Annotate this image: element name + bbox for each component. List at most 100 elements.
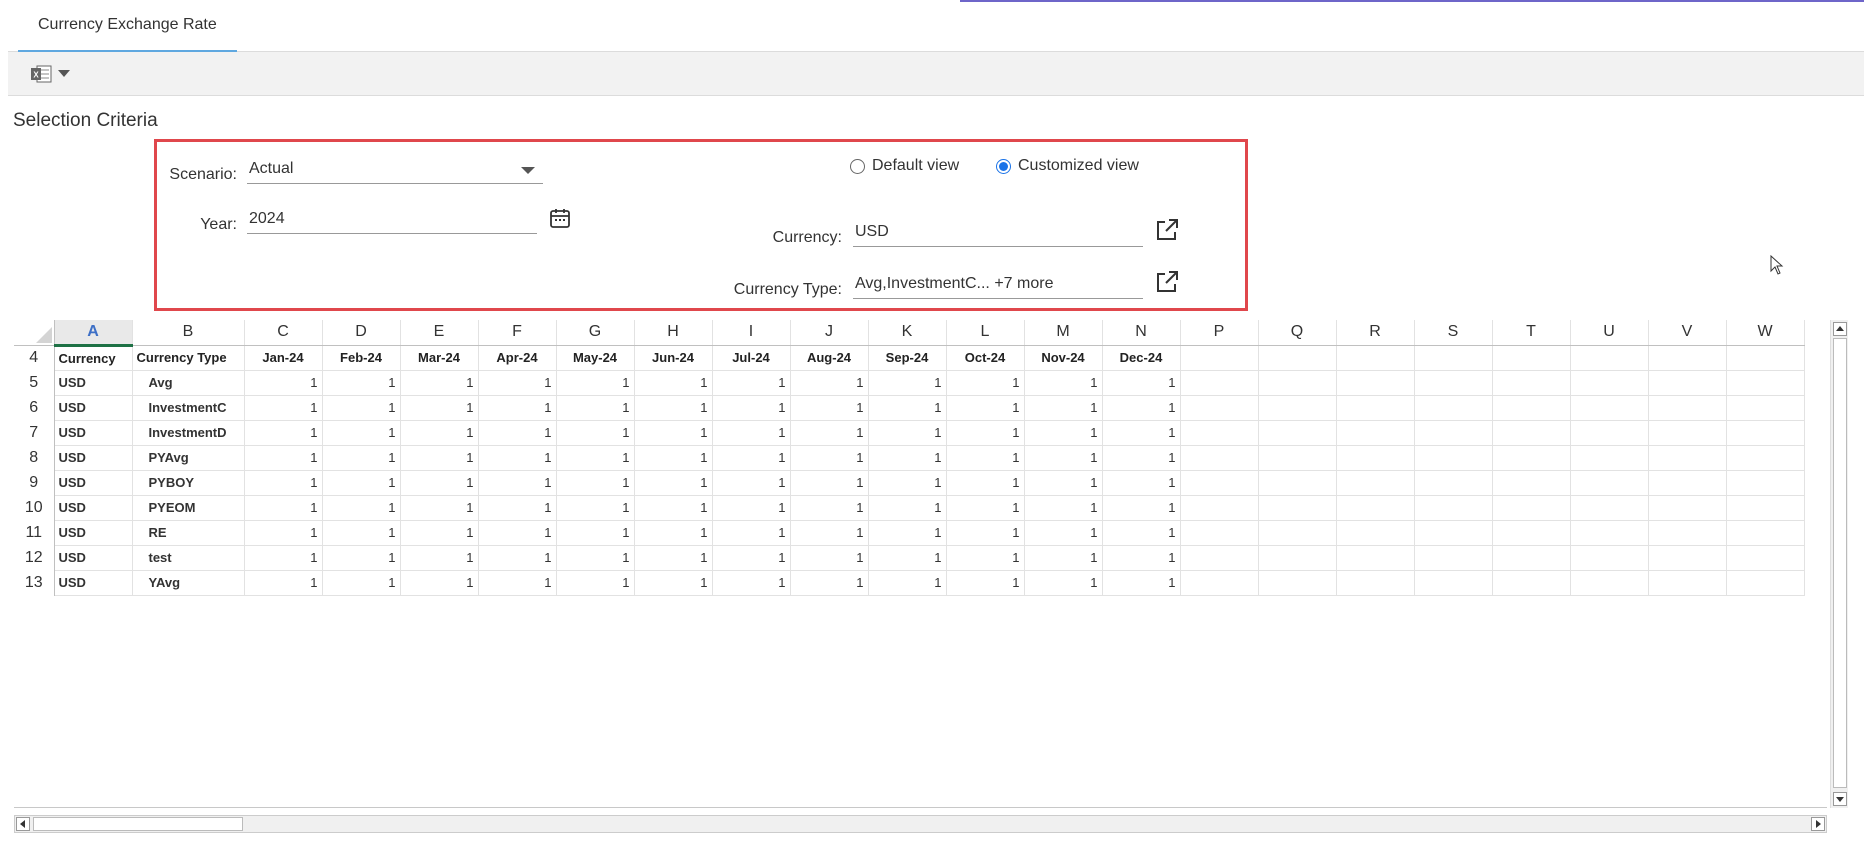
rate-cell[interactable]: 1 (399, 569, 479, 596)
empty-cell[interactable] (1491, 444, 1571, 471)
rate-cell[interactable]: 1 (945, 394, 1025, 421)
rate-cell[interactable]: 1 (243, 444, 323, 471)
rate-cell[interactable]: 1 (399, 494, 479, 521)
empty-cell[interactable] (1257, 519, 1337, 546)
rate-cell[interactable]: 1 (555, 369, 635, 396)
empty-cell[interactable] (1413, 344, 1493, 371)
rate-cell[interactable]: 1 (321, 369, 401, 396)
row-header[interactable]: 10 (14, 495, 55, 520)
empty-cell[interactable] (1413, 419, 1493, 446)
empty-cell[interactable] (1569, 519, 1649, 546)
empty-cell[interactable] (1335, 344, 1415, 371)
column-header[interactable]: C (244, 320, 323, 346)
rate-cell[interactable]: 1 (399, 544, 479, 571)
rate-cell[interactable]: 1 (555, 494, 635, 521)
rate-cell[interactable]: 1 (1023, 419, 1103, 446)
empty-cell[interactable] (1257, 344, 1337, 371)
rate-cell[interactable]: 1 (945, 469, 1025, 496)
currency-type-cell[interactable]: InvestmentD (131, 419, 245, 446)
empty-cell[interactable] (1647, 419, 1727, 446)
row-header[interactable]: 5 (14, 370, 55, 395)
header-cell[interactable]: Jul-24 (711, 344, 791, 371)
empty-cell[interactable] (1647, 369, 1727, 396)
rate-cell[interactable]: 1 (1023, 569, 1103, 596)
empty-cell[interactable] (1491, 369, 1571, 396)
header-cell[interactable]: Dec-24 (1101, 344, 1181, 371)
header-cell[interactable]: Nov-24 (1023, 344, 1103, 371)
column-header[interactable]: A (54, 320, 133, 347)
currency-cell[interactable]: USD (53, 569, 133, 596)
rate-cell[interactable]: 1 (867, 444, 947, 471)
rate-cell[interactable]: 1 (633, 494, 713, 521)
currency-type-field[interactable]: Avg,InvestmentC... +7 more (853, 269, 1143, 299)
empty-cell[interactable] (1569, 369, 1649, 396)
rate-cell[interactable]: 1 (789, 369, 869, 396)
rate-cell[interactable]: 1 (555, 419, 635, 446)
rate-cell[interactable]: 1 (477, 519, 557, 546)
rate-cell[interactable]: 1 (633, 519, 713, 546)
rate-cell[interactable]: 1 (1101, 519, 1181, 546)
header-cell[interactable]: Currency (53, 344, 133, 371)
column-header[interactable]: N (1102, 320, 1181, 346)
column-header[interactable]: L (946, 320, 1025, 346)
rate-cell[interactable]: 1 (945, 569, 1025, 596)
rate-cell[interactable]: 1 (633, 569, 713, 596)
currency-type-cell[interactable]: RE (131, 519, 245, 546)
empty-cell[interactable] (1569, 569, 1649, 596)
empty-cell[interactable] (1569, 544, 1649, 571)
empty-cell[interactable] (1569, 444, 1649, 471)
rate-cell[interactable]: 1 (711, 419, 791, 446)
rate-cell[interactable]: 1 (789, 419, 869, 446)
rate-cell[interactable]: 1 (1101, 469, 1181, 496)
rate-cell[interactable]: 1 (1023, 369, 1103, 396)
empty-cell[interactable] (1491, 344, 1571, 371)
default-view-radio[interactable]: Default view (850, 157, 959, 175)
empty-cell[interactable] (1179, 519, 1259, 546)
customized-view-radio[interactable]: Customized view (996, 157, 1139, 175)
empty-cell[interactable] (1647, 569, 1727, 596)
empty-cell[interactable] (1335, 569, 1415, 596)
empty-cell[interactable] (1335, 444, 1415, 471)
empty-cell[interactable] (1725, 394, 1805, 421)
row-header[interactable]: 4 (14, 345, 55, 370)
header-cell[interactable]: Oct-24 (945, 344, 1025, 371)
empty-cell[interactable] (1179, 344, 1259, 371)
empty-cell[interactable] (1179, 469, 1259, 496)
rate-cell[interactable]: 1 (1101, 494, 1181, 521)
currency-cell[interactable]: USD (53, 544, 133, 571)
header-cell[interactable]: May-24 (555, 344, 635, 371)
horizontal-scrollbar[interactable] (14, 815, 1827, 833)
empty-cell[interactable] (1257, 544, 1337, 571)
row-header[interactable]: 13 (14, 570, 55, 595)
empty-cell[interactable] (1257, 444, 1337, 471)
rate-cell[interactable]: 1 (399, 419, 479, 446)
excel-export-button[interactable]: X (30, 64, 70, 84)
column-header[interactable]: B (132, 320, 245, 346)
currency-type-cell[interactable]: PYAvg (131, 444, 245, 471)
empty-cell[interactable] (1335, 544, 1415, 571)
rate-cell[interactable]: 1 (555, 469, 635, 496)
rate-cell[interactable]: 1 (789, 469, 869, 496)
header-cell[interactable]: Mar-24 (399, 344, 479, 371)
rate-cell[interactable]: 1 (711, 494, 791, 521)
rate-cell[interactable]: 1 (789, 519, 869, 546)
rate-cell[interactable]: 1 (321, 469, 401, 496)
empty-cell[interactable] (1647, 394, 1727, 421)
row-header[interactable]: 9 (14, 470, 55, 495)
rate-cell[interactable]: 1 (867, 519, 947, 546)
rate-cell[interactable]: 1 (867, 419, 947, 446)
rate-cell[interactable]: 1 (633, 469, 713, 496)
rate-cell[interactable]: 1 (945, 444, 1025, 471)
rate-cell[interactable]: 1 (1101, 419, 1181, 446)
currency-field[interactable]: USD (853, 217, 1143, 247)
column-header[interactable]: I (712, 320, 791, 346)
empty-cell[interactable] (1335, 494, 1415, 521)
rate-cell[interactable]: 1 (243, 369, 323, 396)
empty-cell[interactable] (1569, 344, 1649, 371)
empty-cell[interactable] (1413, 544, 1493, 571)
vertical-scroll-thumb[interactable] (1833, 338, 1847, 788)
column-header[interactable]: K (868, 320, 947, 346)
rate-cell[interactable]: 1 (711, 394, 791, 421)
empty-cell[interactable] (1413, 569, 1493, 596)
rate-cell[interactable]: 1 (477, 394, 557, 421)
